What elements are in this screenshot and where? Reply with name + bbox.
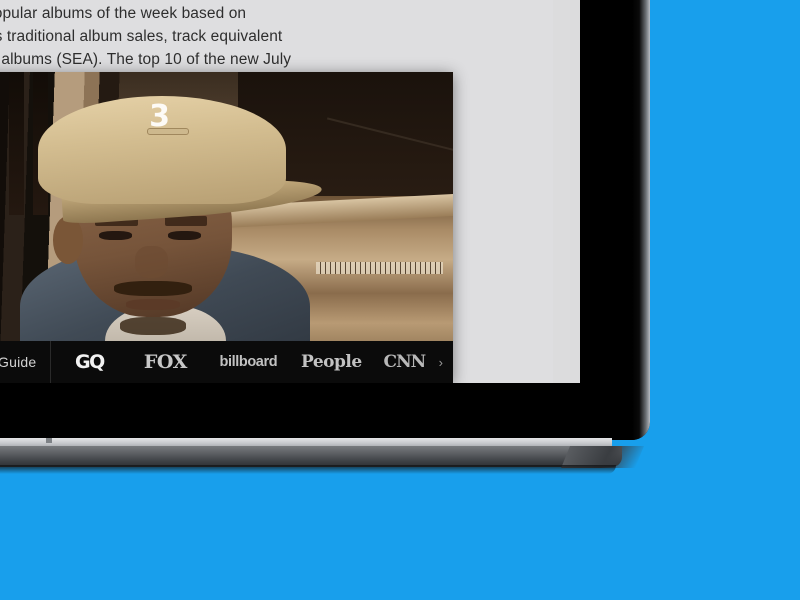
article-text: , which includes traditional album sales… <box>0 28 283 45</box>
laptop-base <box>0 438 654 476</box>
subject-eyebrow <box>165 215 208 227</box>
subject-nose <box>134 245 169 279</box>
floating-video-player[interactable]: 3 Guide GQ FOX billboard People CNN › <box>0 72 453 383</box>
subject-moustache <box>113 281 193 297</box>
article-paragraph: Billboard 200 chart ranks the most popul… <box>0 5 247 22</box>
subject-cap: 3 <box>38 96 287 204</box>
laptop-device: Billboard 200 chart ranks the most popul… <box>0 0 670 474</box>
subject-eye <box>168 230 202 240</box>
piano-keys <box>316 261 444 275</box>
brand-logo-gq[interactable]: GQ <box>51 341 127 383</box>
video-subject-person: 3 <box>14 84 324 383</box>
brand-logo-strip[interactable]: GQ FOX billboard People CNN CB <box>51 341 438 383</box>
cap-badge <box>147 127 189 135</box>
subject-eye <box>98 230 132 240</box>
brand-logo-fox[interactable]: FOX <box>127 341 203 383</box>
laptop-screen: Billboard 200 chart ranks the most popul… <box>0 0 580 383</box>
subject-beard <box>119 317 187 336</box>
laptop-base-body <box>0 446 622 467</box>
chevron-right-icon[interactable]: › <box>439 355 453 370</box>
guide-label: Guide <box>0 354 37 370</box>
laptop-base-shadow <box>0 465 616 474</box>
video-still[interactable]: 3 <box>0 72 453 383</box>
laptop-lid: Billboard 200 chart ranks the most popul… <box>0 0 650 440</box>
laptop-lid-edge <box>632 0 650 440</box>
cap-number-three: 3 <box>149 98 170 134</box>
subject-lips <box>125 299 181 310</box>
article-paragraph: ti-metric consumption, which includes tr… <box>0 25 562 49</box>
guide-button[interactable]: Guide <box>0 341 50 383</box>
laptop-base-notch <box>46 438 52 443</box>
brand-logo-billboard[interactable]: billboard <box>203 341 293 383</box>
brand-logo-cnn[interactable]: CNN <box>369 341 438 383</box>
brand-logo-people[interactable]: People <box>293 341 369 383</box>
player-brand-bar: Guide GQ FOX billboard People CNN CB › <box>0 341 453 383</box>
article-paragraph: ums (TEA) and streaming equivalent album… <box>0 51 292 68</box>
